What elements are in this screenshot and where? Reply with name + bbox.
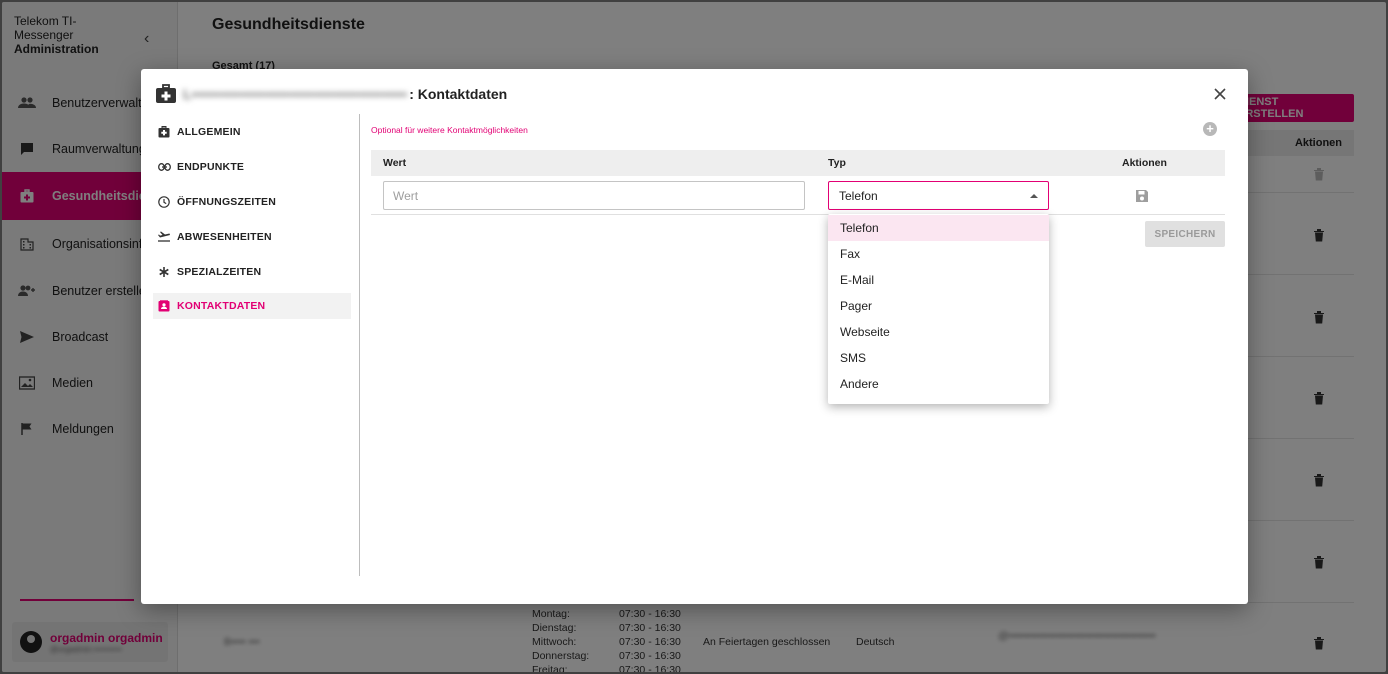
caret-up-icon xyxy=(1030,194,1038,198)
type-option-telefon[interactable]: Telefon xyxy=(828,215,1049,241)
type-select[interactable]: Telefon xyxy=(828,181,1049,210)
save-icon[interactable] xyxy=(1135,189,1149,203)
type-option-webseite[interactable]: Webseite xyxy=(828,319,1049,345)
tab-oeffnungszeiten[interactable]: ÖFFNUNGSZEITEN xyxy=(153,184,351,219)
clock-icon xyxy=(157,195,171,209)
dialog-title-name: L•••••••••••••••••••••••••••••••••••••••… xyxy=(183,86,408,102)
tab-label: ABWESENHEITEN xyxy=(177,230,272,243)
nav-divider xyxy=(359,114,360,576)
column-header-typ: Typ xyxy=(828,157,846,169)
tab-label: KONTAKTDATEN xyxy=(177,300,266,312)
link-icon xyxy=(157,160,171,174)
dialog-title-suffix: : Kontaktdaten xyxy=(409,86,508,102)
contact-hint: Optional für weitere Kontaktmöglichkeite… xyxy=(371,125,528,135)
column-header-wert: Wert xyxy=(383,157,407,169)
medical-kit-icon xyxy=(156,84,176,103)
type-option-sms[interactable]: SMS xyxy=(828,345,1049,371)
medical-kit-icon xyxy=(157,125,171,139)
value-input[interactable] xyxy=(383,181,805,210)
type-option-fax[interactable]: Fax xyxy=(828,241,1049,267)
add-contact-icon[interactable]: + xyxy=(1203,122,1217,136)
asterisk-icon xyxy=(157,265,171,279)
tab-allgemein[interactable]: ALLGEMEIN xyxy=(153,114,351,149)
type-dropdown-menu: Telefon Fax E-Mail Pager Webseite SMS An… xyxy=(828,214,1049,404)
type-option-andere[interactable]: Andere xyxy=(828,371,1049,397)
dialog-title: L•••••••••••••••••••••••••••••••••••••••… xyxy=(155,84,507,104)
tab-endpunkte[interactable]: ENDPUNKTE xyxy=(153,149,351,184)
type-option-pager[interactable]: Pager xyxy=(828,293,1049,319)
type-option-email[interactable]: E-Mail xyxy=(828,267,1049,293)
close-icon[interactable] xyxy=(1212,86,1228,102)
contact-card-icon xyxy=(157,299,171,313)
airplane-departure-icon xyxy=(157,230,171,244)
tab-label: ÖFFNUNGSZEITEN xyxy=(177,195,277,208)
tab-abwesenheiten[interactable]: ABWESENHEITEN xyxy=(153,219,351,254)
row-divider xyxy=(371,214,1225,215)
column-header-aktionen: Aktionen xyxy=(1122,157,1167,169)
tab-label: SPEZIALZEITEN xyxy=(177,265,262,278)
tab-kontaktdaten[interactable]: KONTAKTDATEN xyxy=(153,293,351,319)
tab-spezialzeiten[interactable]: SPEZIALZEITEN xyxy=(153,254,351,289)
contact-table-header: Wert Typ Aktionen xyxy=(371,150,1225,176)
contact-data-dialog: L•••••••••••••••••••••••••••••••••••••••… xyxy=(141,69,1248,604)
tab-label: ENDPUNKTE xyxy=(177,160,245,173)
type-select-value: Telefon xyxy=(839,188,878,203)
save-button[interactable]: SPEICHERN xyxy=(1145,221,1225,247)
tab-label: ALLGEMEIN xyxy=(177,125,241,138)
dialog-nav: ALLGEMEIN ENDPUNKTE ÖFFNUNGSZEITEN ABWES… xyxy=(153,114,351,319)
